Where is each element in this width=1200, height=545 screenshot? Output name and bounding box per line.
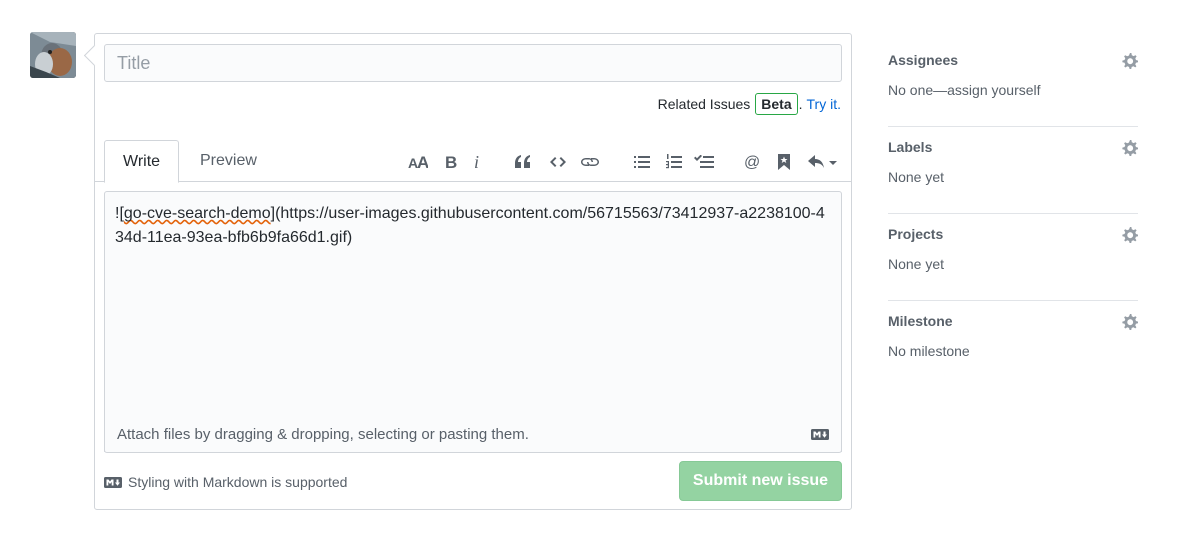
comment-body-textarea[interactable]: ![go-cve-search-demo](https://user-image… [104, 191, 842, 452]
issue-sidebar: Assignees No one—assign yourself Labels … [888, 40, 1138, 388]
text-size-icon[interactable]: AA [408, 151, 428, 173]
markdown-icon [811, 429, 829, 440]
mention-icon[interactable]: @ [743, 151, 761, 173]
issue-composer: Related Issues Beta . Try it. Write Prev… [94, 33, 852, 510]
gear-icon[interactable] [1122, 140, 1138, 161]
editor-tabs: Write Preview AA B i @ [95, 140, 851, 183]
quote-icon[interactable] [514, 151, 532, 173]
reply-icon[interactable] [807, 151, 839, 173]
assignees-value[interactable]: No one—assign yourself [888, 82, 1041, 98]
milestone-heading: Milestone [888, 313, 953, 329]
attach-text: Attach files by dragging & dropping, sel… [117, 426, 529, 443]
gear-icon[interactable] [1122, 314, 1138, 335]
link-icon[interactable] [580, 151, 600, 173]
markdown-note[interactable]: Styling with Markdown is supported [104, 472, 347, 492]
svg-text:i: i [474, 154, 479, 170]
milestone-value: No milestone [888, 343, 970, 359]
assignees-heading: Assignees [888, 52, 959, 68]
task-list-icon[interactable] [693, 151, 715, 173]
projects-value: None yet [888, 256, 945, 272]
related-issues-label: Related Issues [657, 96, 751, 112]
svg-text:@: @ [744, 154, 760, 170]
related-dot: . [798, 96, 803, 112]
related-issues: Related Issues Beta . Try it. [658, 92, 841, 116]
ordered-list-icon[interactable] [665, 151, 683, 173]
labels-value: None yet [888, 169, 945, 185]
sidebar-projects: Projects None yet [888, 214, 1138, 301]
bookmark-icon[interactable] [776, 151, 792, 173]
projects-heading: Projects [888, 226, 944, 242]
submit-new-issue-button[interactable]: Submit new issue [679, 461, 842, 501]
bold-icon[interactable]: B [444, 151, 458, 173]
italic-icon[interactable]: i [472, 151, 484, 173]
title-input[interactable] [104, 44, 842, 82]
sidebar-milestone: Milestone No milestone [888, 301, 1138, 388]
markdown-note-text: Styling with Markdown is supported [128, 474, 348, 490]
markdown-toolbar: AA B i @ [95, 140, 851, 182]
sidebar-assignees: Assignees No one—assign yourself [888, 40, 1138, 127]
editor-image-alt: go-cve-search-demo [123, 205, 271, 222]
gear-icon[interactable] [1122, 53, 1138, 74]
labels-heading: Labels [888, 139, 933, 155]
file-attach-bar[interactable]: Attach files by dragging & dropping, sel… [104, 417, 842, 453]
sidebar-labels: Labels None yet [888, 127, 1138, 214]
editor-prefix: ![ [115, 205, 124, 222]
markdown-icon [104, 476, 122, 488]
unordered-list-icon[interactable] [633, 151, 651, 173]
svg-text:B: B [445, 154, 457, 170]
code-icon[interactable] [549, 151, 567, 173]
gear-icon[interactable] [1122, 227, 1138, 248]
try-it-link[interactable]: Try it. [807, 96, 841, 112]
avatar[interactable] [30, 32, 76, 78]
beta-badge: Beta [755, 93, 798, 115]
svg-text:A: A [417, 154, 428, 170]
